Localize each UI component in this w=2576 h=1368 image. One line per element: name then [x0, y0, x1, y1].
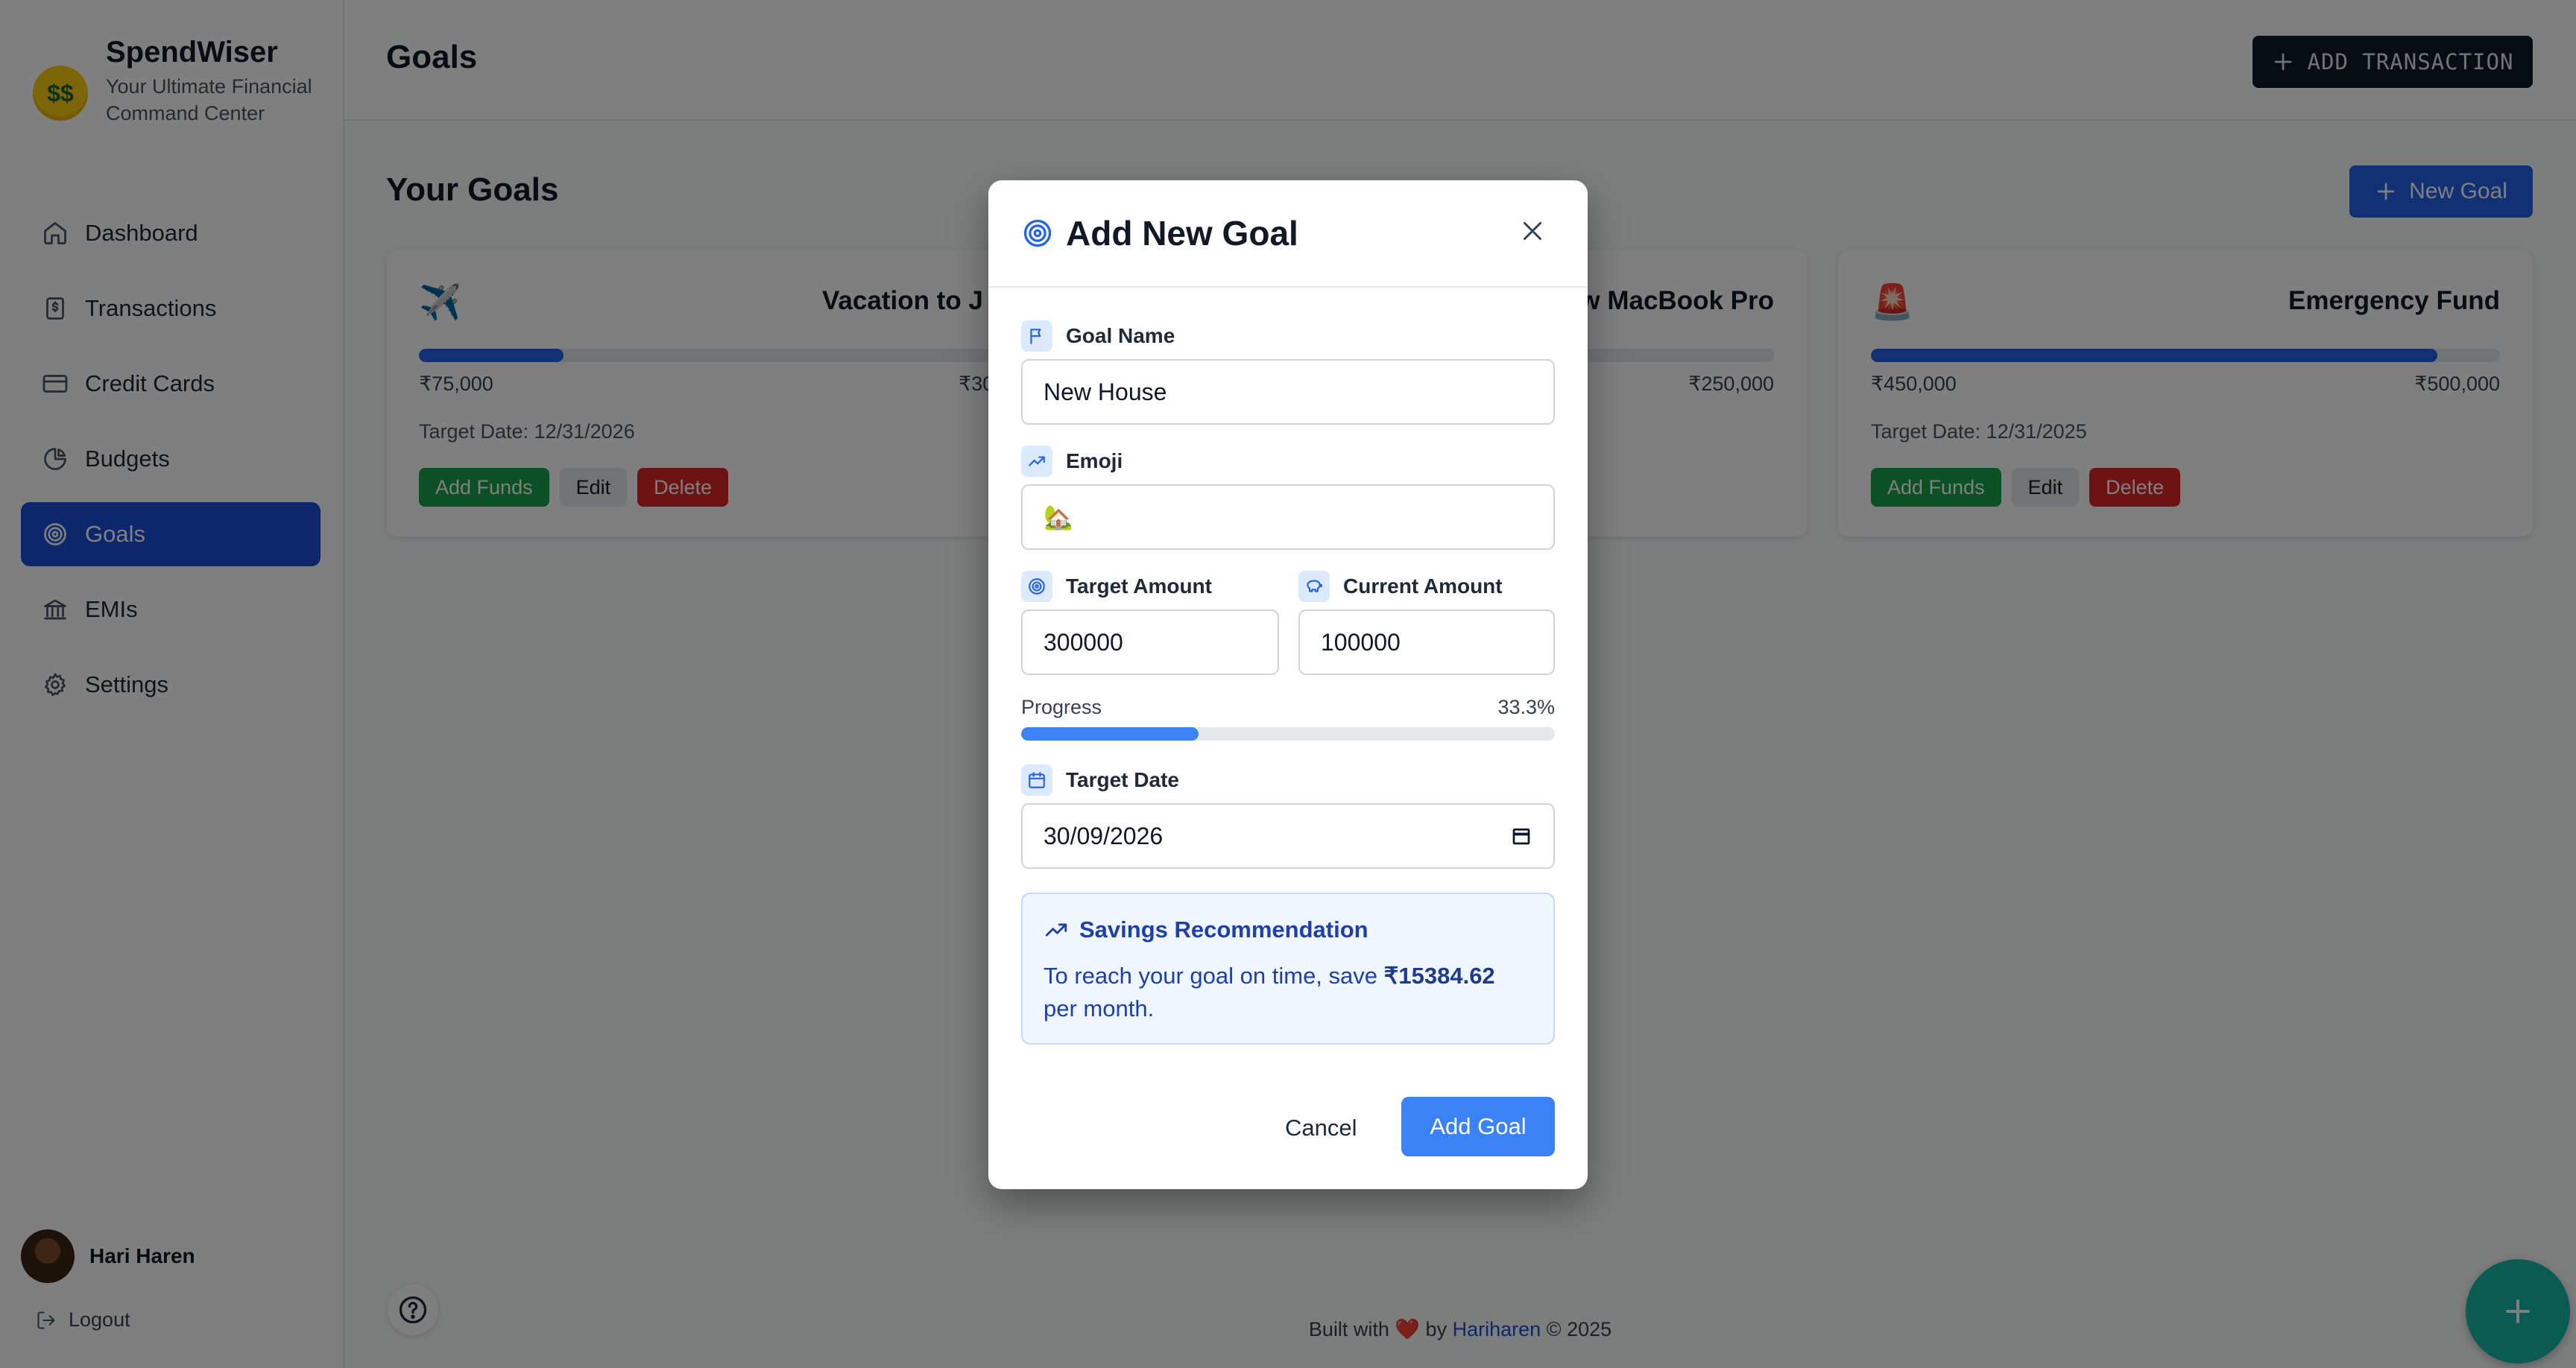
target-date-label-text: Target Date — [1066, 768, 1179, 791]
savings-recommendation: Savings Recommendation To reach your goa… — [1021, 893, 1555, 1045]
emoji-input[interactable]: 🏡 — [1021, 484, 1555, 550]
calendar-icon — [1021, 764, 1052, 796]
goal-name-label: Goal Name — [1021, 320, 1175, 352]
trending-up-icon — [1021, 446, 1052, 477]
recommendation-title: Savings Recommendation — [1044, 916, 1368, 943]
calendar-picker-icon[interactable] — [1510, 825, 1532, 847]
recommendation-text-after: per month. — [1044, 995, 1155, 1022]
target-amount-label: Target Amount — [1021, 571, 1212, 602]
recommendation-text: To reach your goal on time, save ₹15384.… — [1044, 960, 1521, 1025]
target-date-label: Target Date — [1021, 764, 1179, 796]
target-date-value: 30/09/2026 — [1044, 822, 1164, 849]
add-goal-button[interactable]: Add Goal — [1401, 1097, 1555, 1156]
piggy-bank-icon — [1298, 571, 1330, 602]
progress-value: 33.3% — [1497, 696, 1555, 718]
current-amount-label: Current Amount — [1298, 571, 1503, 602]
current-amount-input[interactable]: 100000 — [1298, 609, 1555, 675]
close-icon — [1524, 222, 1541, 240]
trending-up-icon — [1045, 923, 1067, 937]
recommendation-text-before: To reach your goal on time, save — [1044, 963, 1378, 989]
flag-icon — [1021, 320, 1052, 352]
cancel-button[interactable]: Cancel — [1270, 1098, 1372, 1158]
progress-fill — [1021, 727, 1199, 741]
goal-name-value: New House — [1044, 378, 1167, 405]
recommendation-title-text: Savings Recommendation — [1079, 916, 1368, 943]
target-icon — [1021, 571, 1052, 602]
target-amount-input[interactable]: 300000 — [1021, 609, 1279, 675]
goal-name-input[interactable]: New House — [1021, 359, 1555, 425]
emoji-label: Emoji — [1021, 446, 1123, 477]
modal-header: Add New Goal — [988, 180, 1588, 288]
target-amount-label-text: Target Amount — [1066, 574, 1212, 598]
emoji-label-text: Emoji — [1066, 449, 1123, 472]
target-icon — [1023, 219, 1052, 247]
progress-bar — [1021, 727, 1555, 741]
add-goal-modal: Add New Goal Goal Name New House Emoji 🏡… — [988, 180, 1588, 1189]
modal-title-text: Add New Goal — [1066, 214, 1298, 253]
current-amount-label-text: Current Amount — [1343, 574, 1503, 598]
current-amount-value: 100000 — [1321, 628, 1401, 656]
progress-label: Progress — [1021, 696, 1102, 718]
target-amount-value: 300000 — [1044, 628, 1123, 656]
close-button[interactable] — [1518, 216, 1547, 246]
modal-title: Add New Goal — [1021, 213, 1298, 253]
target-date-input[interactable]: 30/09/2026 — [1021, 803, 1555, 869]
goal-name-label-text: Goal Name — [1066, 324, 1175, 347]
emoji-value: 🏡 — [1044, 504, 1073, 531]
recommendation-amount: ₹15384.62 — [1383, 963, 1495, 989]
